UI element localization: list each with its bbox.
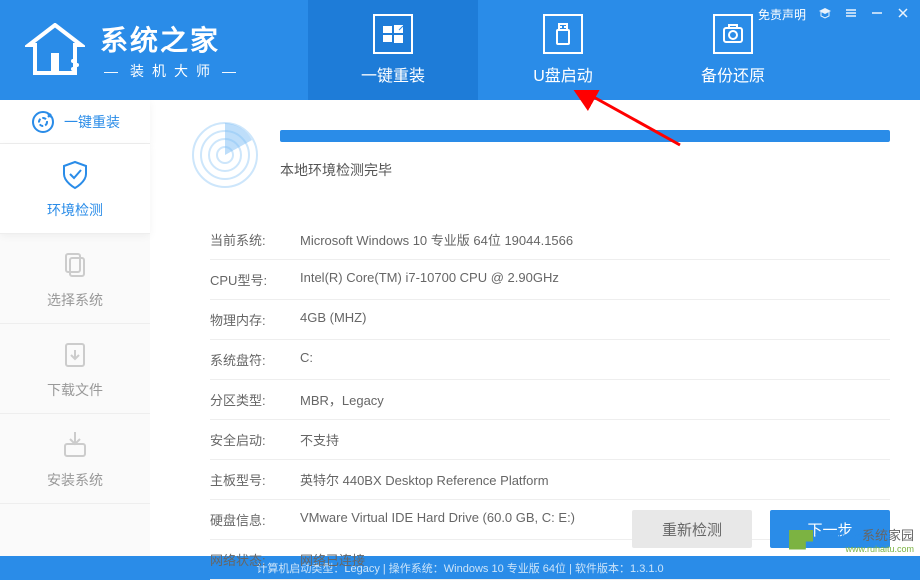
progress-bar <box>280 130 890 142</box>
logo-icon <box>20 20 90 80</box>
sidebar-item-label: 一键重装 <box>64 112 120 132</box>
info-row-drive: 系统盘符:C: <box>210 340 890 380</box>
sidebar-item-download[interactable]: 下载文件 <box>0 324 150 414</box>
info-row-motherboard: 主板型号:英特尔 440BX Desktop Reference Platfor… <box>210 460 890 500</box>
usb-icon <box>543 14 583 54</box>
app-header: 系统之家 装机大师 一键重装 U盘启动 备份还原 免责声明 <box>0 0 920 100</box>
sidebar: 一键重装 环境检测 选择系统 下载文件 安装系统 <box>0 100 150 556</box>
academic-icon[interactable] <box>818 6 832 23</box>
info-row-memory: 物理内存:4GB (MHZ) <box>210 300 890 340</box>
shield-icon <box>58 158 92 192</box>
close-icon[interactable] <box>896 6 910 23</box>
brand-subtitle: 装机大师 <box>100 61 248 81</box>
sidebar-item-reinstall[interactable]: 一键重装 <box>0 100 150 144</box>
logo-area: 系统之家 装机大师 <box>20 19 248 81</box>
sidebar-item-label: 安装系统 <box>47 470 103 490</box>
download-icon <box>58 338 92 372</box>
info-row-cpu: CPU型号:Intel(R) Core(TM) i7-10700 CPU @ 2… <box>210 260 890 300</box>
nav-tabs: 一键重装 U盘启动 备份还原 <box>308 0 818 100</box>
nav-tab-label: U盘启动 <box>533 62 593 86</box>
progress-area: 本地环境检测完毕 <box>280 130 890 180</box>
recheck-button[interactable]: 重新检测 <box>632 510 752 548</box>
radar-icon <box>190 120 260 190</box>
scan-status-label: 本地环境检测完毕 <box>280 160 890 180</box>
main-panel: 本地环境检测完毕 当前系统:Microsoft Windows 10 专业版 6… <box>150 100 920 556</box>
camera-icon <box>713 14 753 54</box>
sidebar-item-envcheck[interactable]: 环境检测 <box>0 144 150 234</box>
brand-name: 系统之家 <box>100 19 248 59</box>
titlebar-controls: 免责声明 <box>758 6 910 23</box>
body-area: 一键重装 环境检测 选择系统 下载文件 安装系统 <box>0 100 920 556</box>
menu-icon[interactable] <box>844 6 858 23</box>
next-button[interactable]: 下一步 <box>770 510 890 548</box>
nav-tab-label: 备份还原 <box>701 62 765 86</box>
minimize-icon[interactable] <box>870 6 884 23</box>
disclaimer-link[interactable]: 免责声明 <box>758 6 806 23</box>
nav-tab-label: 一键重装 <box>361 62 425 86</box>
footer-buttons: 重新检测 下一步 <box>632 510 890 548</box>
info-row-partition: 分区类型:MBR，Legacy <box>210 380 890 420</box>
sidebar-item-label: 环境检测 <box>47 200 103 220</box>
sidebar-item-label: 选择系统 <box>47 290 103 310</box>
nav-tab-usb[interactable]: U盘启动 <box>478 0 648 100</box>
sidebar-item-select[interactable]: 选择系统 <box>0 234 150 324</box>
sidebar-item-label: 下载文件 <box>47 380 103 400</box>
copy-icon <box>58 248 92 282</box>
scan-row: 本地环境检测完毕 <box>190 120 890 190</box>
nav-tab-reinstall[interactable]: 一键重装 <box>308 0 478 100</box>
window-icon <box>373 14 413 54</box>
sidebar-item-install[interactable]: 安装系统 <box>0 414 150 504</box>
target-icon <box>30 109 56 135</box>
info-row-secureboot: 安全启动:不支持 <box>210 420 890 460</box>
install-icon <box>58 428 92 462</box>
info-row-os: 当前系统:Microsoft Windows 10 专业版 64位 19044.… <box>210 220 890 260</box>
